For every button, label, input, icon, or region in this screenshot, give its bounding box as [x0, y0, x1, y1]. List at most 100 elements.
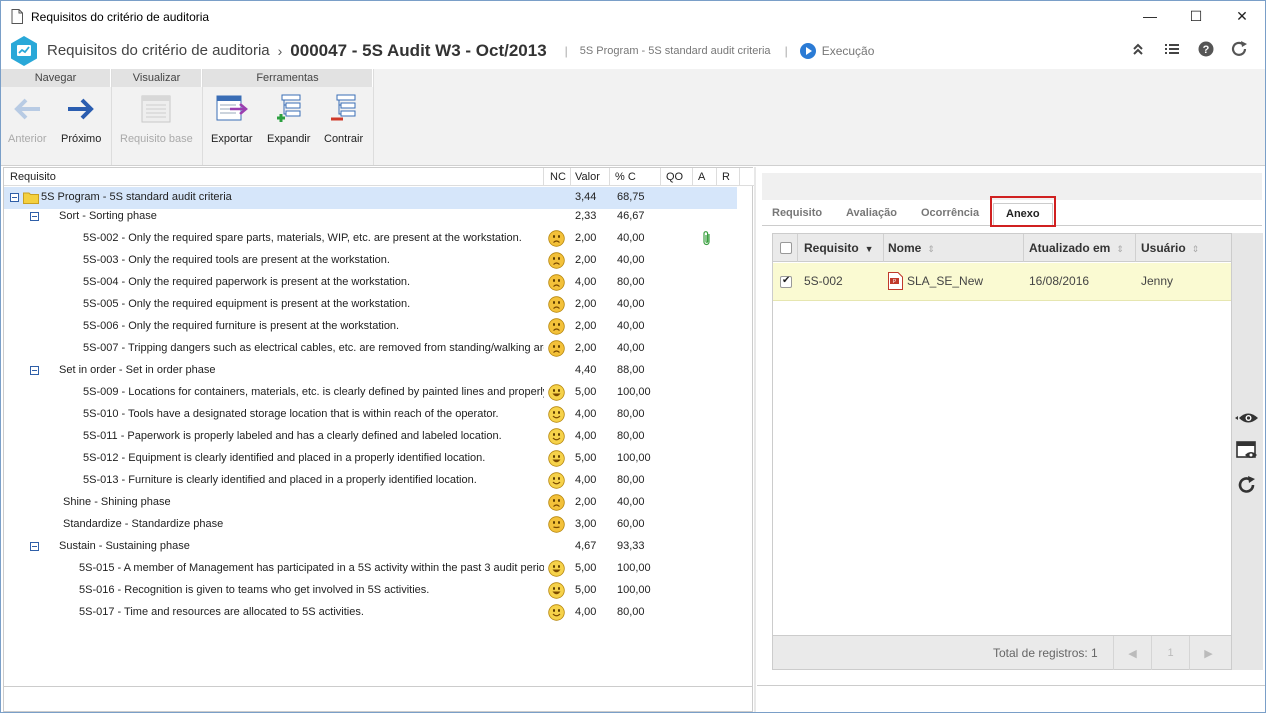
help-icon[interactable]: ? [1197, 40, 1215, 58]
valor-cell: 5,00 [575, 386, 597, 398]
column-pct[interactable]: % C [615, 171, 636, 183]
expand-button[interactable]: Expandir [267, 93, 310, 145]
maximize-button[interactable]: ☐ [1173, 1, 1219, 31]
refresh-icon[interactable] [1231, 40, 1249, 58]
requirement-label: 5S-013 - Furniture is clearly identified… [83, 474, 477, 486]
attachments-header: Requisito ▼ Nome ⇕ Atualizado em ⇕ Usuário ⇕ [773, 234, 1231, 262]
face-icon [548, 252, 565, 269]
requirement-label: 5S-011 - Paperwork is properly labeled a… [83, 430, 502, 442]
pct-cell: 80,00 [617, 276, 645, 288]
export-icon [216, 93, 248, 125]
next-label: Próximo [61, 133, 102, 145]
base-requirement-button[interactable]: Requisito base [120, 93, 193, 145]
tree-row[interactable]: 5S-011 - Paperwork is properly labeled a… [4, 426, 737, 448]
minimize-button[interactable]: — [1127, 1, 1173, 31]
tree-row[interactable]: 5S-013 - Furniture is clearly identified… [4, 470, 737, 492]
tree-row[interactable]: Sustain - Sustaining phase 4,67 93,33 [4, 536, 737, 558]
pct-cell: 60,00 [617, 518, 645, 530]
page-header: Requisitos do critério de auditoria › 00… [1, 32, 1265, 69]
collapse-toggle-icon[interactable] [30, 366, 39, 375]
collapse-toggle-icon[interactable] [10, 193, 19, 202]
face-icon [548, 494, 565, 511]
cell-nome-label: SLA_SE_New [907, 274, 984, 288]
logo-icon [11, 35, 37, 66]
grid-header: Requisito NC Valor % C QO A R [4, 168, 754, 186]
pct-cell: 100,00 [617, 584, 651, 596]
valor-cell: 5,00 [575, 562, 597, 574]
header-separator: | [564, 43, 568, 58]
export-button[interactable]: Exportar [211, 93, 253, 145]
previous-button[interactable]: Anterior [8, 93, 47, 145]
tree-row[interactable]: 5S-009 - Locations for containers, mater… [4, 382, 737, 404]
face-icon [548, 406, 565, 423]
table-row[interactable]: 5S-002 P SLA_SE_New 16/08/2016 Jenny [773, 263, 1231, 301]
column-valor[interactable]: Valor [575, 171, 600, 183]
column-qo[interactable]: QO [666, 171, 683, 183]
tree-row[interactable]: Shine - Shining phase 2,00 40,00 [4, 492, 737, 514]
tab-ocorrencia[interactable]: Ocorrência [921, 207, 979, 219]
valor-cell: 2,00 [575, 254, 597, 266]
collapse-all-icon[interactable] [1129, 40, 1147, 58]
next-button[interactable]: Próximo [61, 93, 101, 145]
page-number[interactable]: 1 [1151, 636, 1189, 670]
breadcrumb-section[interactable]: Requisitos do critério de auditoria [47, 42, 270, 59]
tree-row[interactable]: 5S-015 - A member of Management has part… [4, 558, 737, 580]
requirement-label: Shine - Shining phase [63, 496, 171, 508]
list-icon[interactable] [1163, 40, 1181, 58]
tree-row[interactable]: Set in order - Set in order phase 4,40 88,… [4, 360, 737, 382]
paperclip-icon[interactable] [702, 230, 712, 250]
next-page-button[interactable]: ▶ [1189, 636, 1227, 670]
pct-cell: 100,00 [617, 386, 651, 398]
tree-row[interactable]: 5S-005 - Only the required equipment is … [4, 294, 737, 316]
svg-text:?: ? [1203, 44, 1210, 56]
tree-row[interactable]: 5S-017 - Time and resources are allocate… [4, 602, 737, 624]
column-requisito[interactable]: Requisito ▼ [804, 241, 874, 255]
detail-side-toolbar [1232, 233, 1263, 670]
column-a[interactable]: A [698, 171, 705, 183]
tree-row[interactable]: 5S-002 - Only the required spare parts, … [4, 228, 737, 250]
collapse-toggle-icon[interactable] [30, 212, 39, 221]
pct-cell: 40,00 [617, 342, 645, 354]
row-checkbox[interactable] [780, 275, 792, 288]
tree-row[interactable]: 5S-012 - Equipment is clearly identified… [4, 448, 737, 470]
tree-row[interactable]: 5S-003 - Only the required tools are pre… [4, 250, 737, 272]
cell-nome[interactable]: P SLA_SE_New [888, 272, 983, 290]
select-all-checkbox[interactable] [780, 242, 792, 254]
tree-row[interactable]: 5S-010 - Tools have a designated storage… [4, 404, 737, 426]
reload-icon[interactable] [1234, 472, 1260, 498]
group-title: Navegar [1, 69, 111, 87]
column-nc[interactable]: NC [550, 171, 566, 183]
valor-cell: 4,00 [575, 408, 597, 420]
tree-row[interactable]: Sort - Sorting phase 2,33 46,67 [4, 206, 737, 228]
tree-row[interactable]: 5S-007 - Tripping dangers such as electr… [4, 338, 737, 360]
title-bar: Requisitos do critério de auditoria — ☐ … [1, 1, 1265, 32]
window-controls: — ☐ ✕ [1127, 1, 1265, 31]
column-requisito[interactable]: Requisito [10, 171, 56, 183]
pct-cell: 40,00 [617, 232, 645, 244]
face-icon [548, 384, 565, 401]
expand-label: Expandir [267, 133, 311, 145]
arrow-right-icon [65, 93, 97, 125]
tab-requisito[interactable]: Requisito [772, 207, 822, 219]
tree-row[interactable]: 5S-016 - Recognition is given to teams w… [4, 580, 737, 602]
panel-splitter[interactable] [754, 167, 756, 712]
requirement-label: 5S-015 - A member of Management has part… [79, 562, 544, 574]
column-nome[interactable]: Nome ⇕ [888, 241, 935, 255]
prev-page-button[interactable]: ◀ [1113, 636, 1151, 670]
close-button[interactable]: ✕ [1219, 1, 1265, 31]
column-atualizado[interactable]: Atualizado em ⇕ [1029, 241, 1124, 255]
eye-icon[interactable] [1234, 405, 1260, 431]
column-usuario[interactable]: Usuário ⇕ [1141, 241, 1199, 255]
column-r[interactable]: R [722, 171, 730, 183]
tree-row[interactable]: 5S-004 - Only the required paperwork is … [4, 272, 737, 294]
requirement-label: 5S-003 - Only the required tools are pre… [83, 254, 390, 266]
pct-cell: 46,67 [617, 210, 645, 222]
collapse-button[interactable]: Contrair [324, 93, 363, 145]
valor-cell: 3,00 [575, 518, 597, 530]
tree-row[interactable]: Standardize - Standardize phase 3,00 60,00 [4, 514, 737, 536]
tree-row[interactable]: 5S-006 - Only the required furniture is … [4, 316, 737, 338]
sort-icon: ⇕ [1191, 244, 1200, 254]
tab-avaliacao[interactable]: Avaliação [846, 207, 897, 219]
preview-window-icon[interactable] [1234, 438, 1260, 464]
collapse-toggle-icon[interactable] [30, 542, 39, 551]
